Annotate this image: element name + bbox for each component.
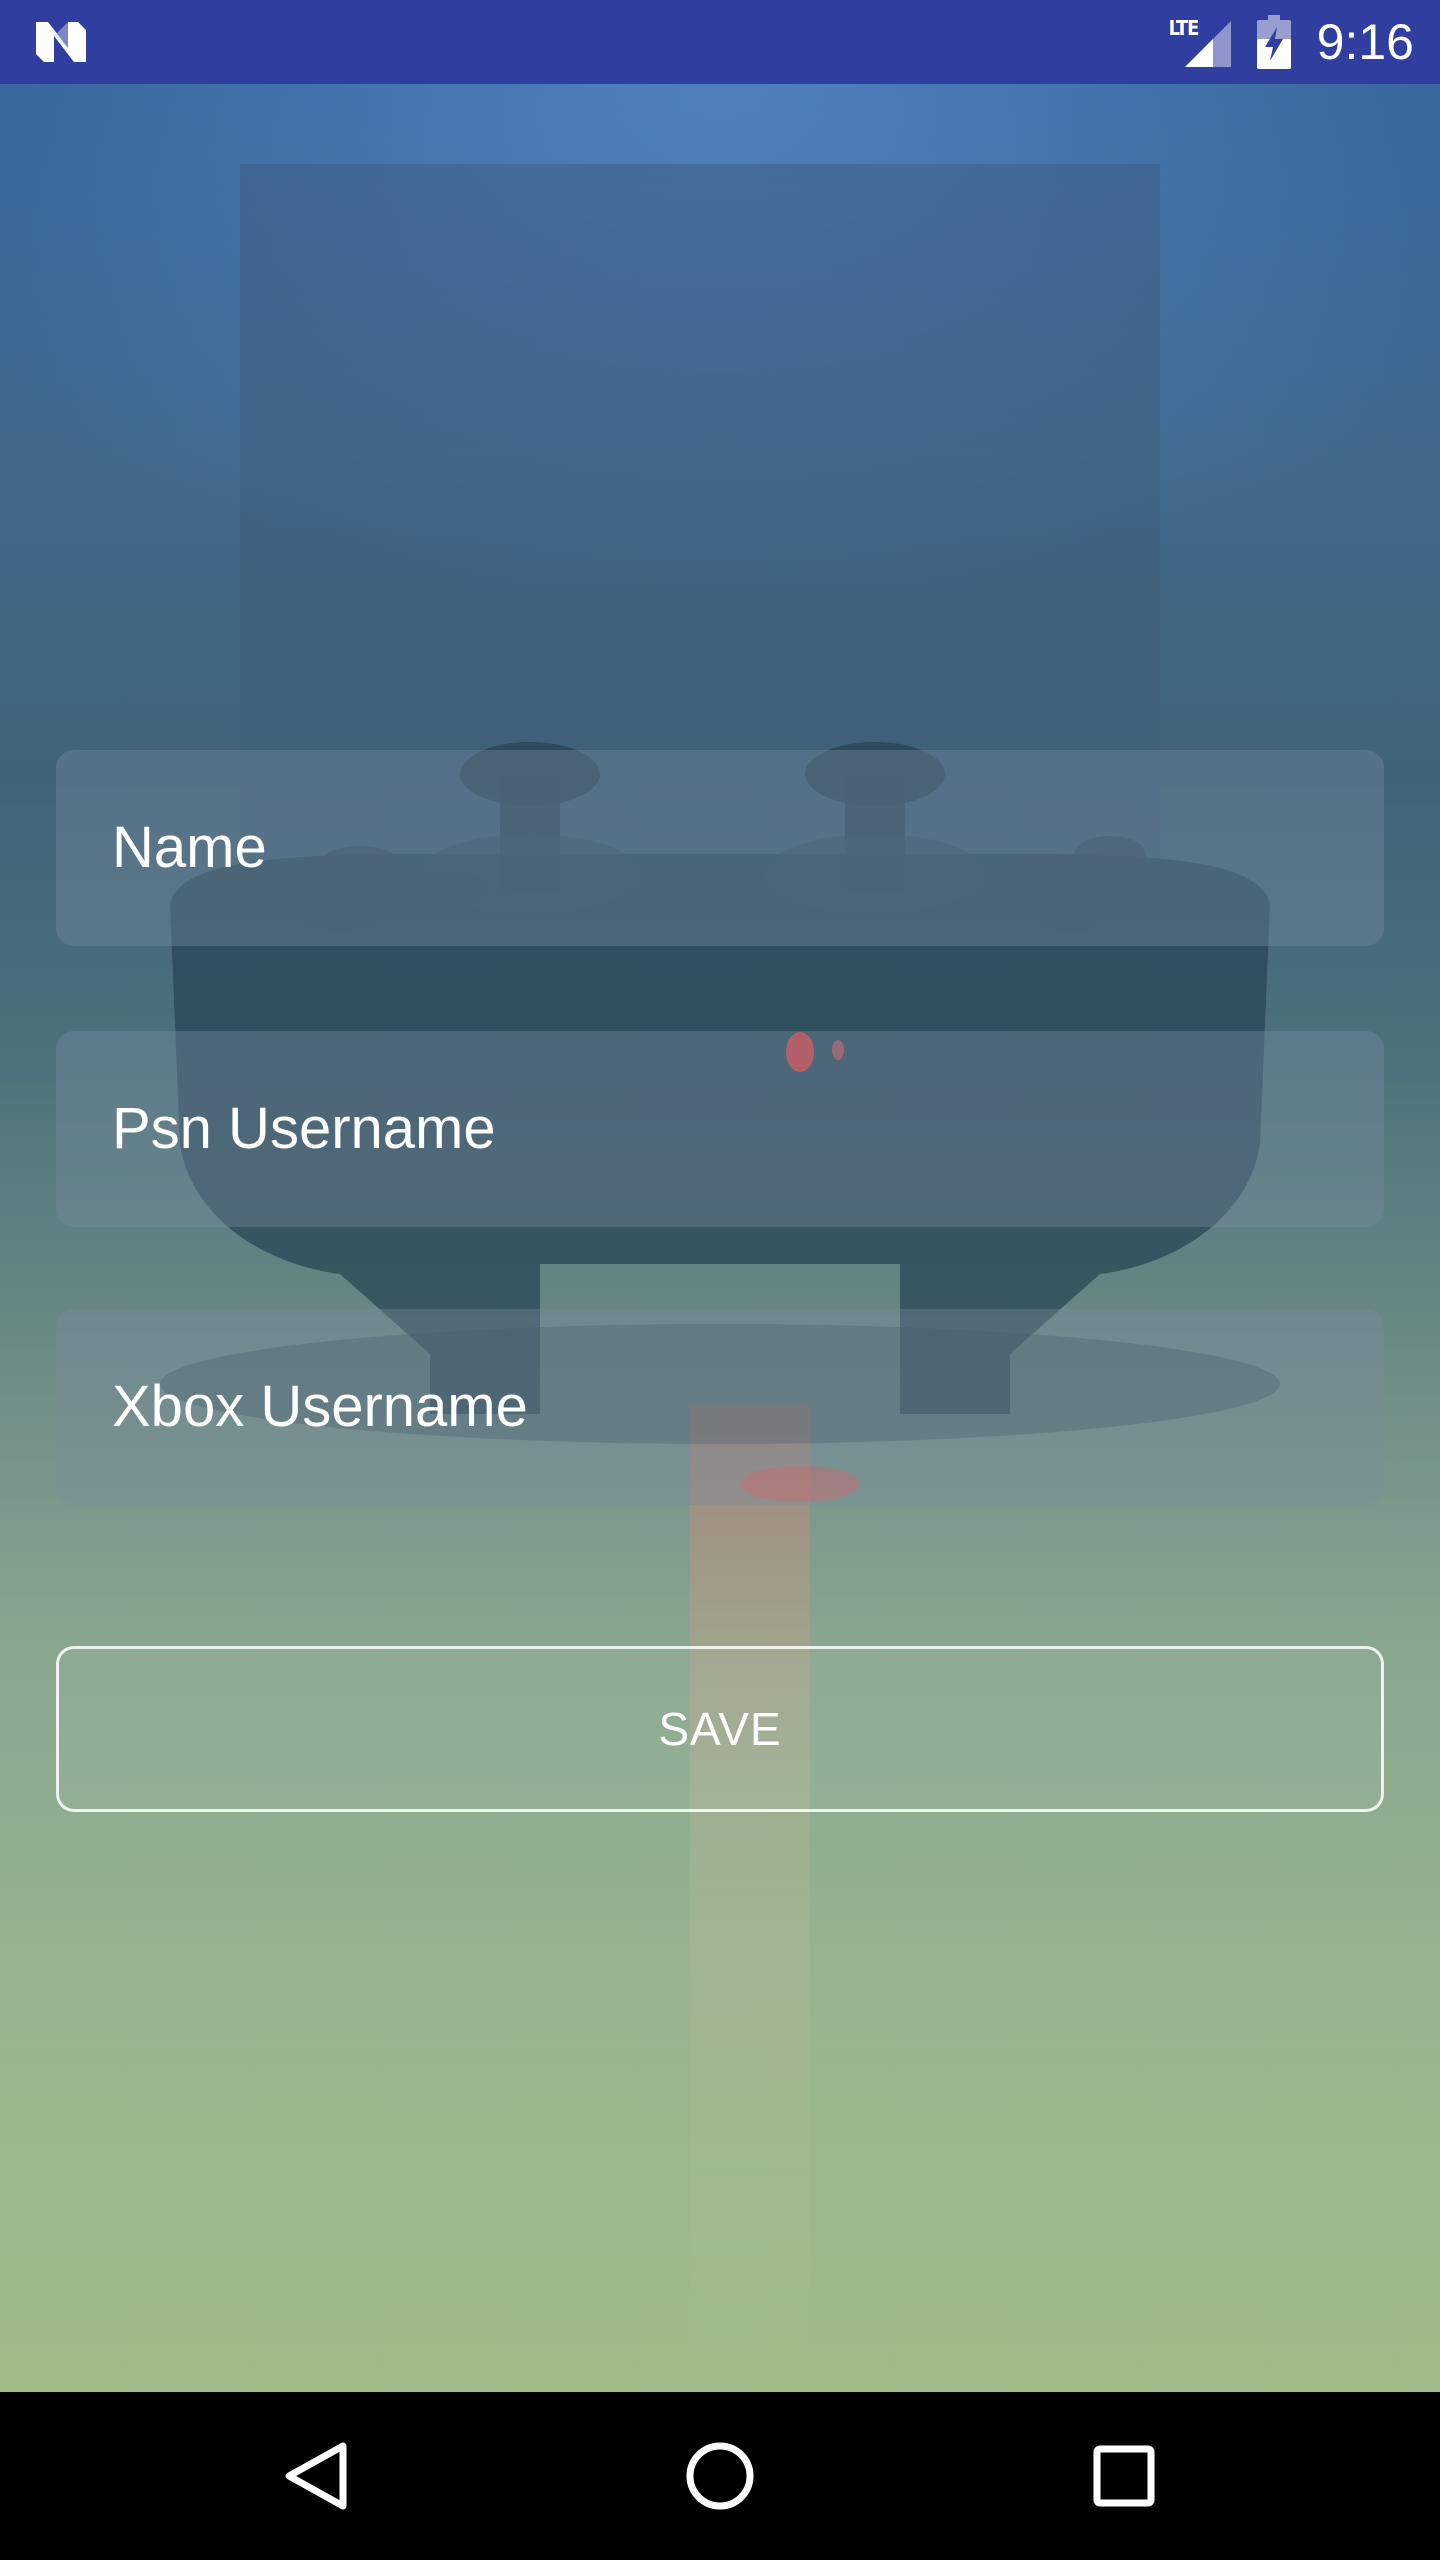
network-indicator: LTE bbox=[1169, 17, 1231, 67]
clock: 9:16 bbox=[1316, 14, 1414, 70]
name-field[interactable]: Name bbox=[56, 750, 1388, 948]
app-screen: LTE 9:16 Name Psn Username Xbox Username… bbox=[0, 0, 1440, 2560]
recents-button[interactable] bbox=[1074, 2426, 1174, 2526]
psn-username-input[interactable] bbox=[56, 1031, 1388, 1229]
navigation-bar bbox=[0, 2392, 1440, 2560]
status-bar: LTE 9:16 bbox=[0, 0, 1440, 84]
home-button[interactable] bbox=[670, 2426, 770, 2526]
xbox-username-input[interactable] bbox=[56, 1309, 1388, 1507]
nav-back-icon bbox=[285, 2442, 347, 2510]
battery-charging-icon bbox=[1256, 15, 1291, 69]
nav-home-icon bbox=[686, 2442, 754, 2510]
background-photo: Name Psn Username Xbox Username SAVE bbox=[0, 84, 1440, 2392]
n-logo-icon bbox=[36, 22, 86, 62]
network-type-label: LTE bbox=[1168, 16, 1200, 40]
psn-username-field[interactable]: Psn Username bbox=[56, 1031, 1388, 1229]
name-input[interactable] bbox=[56, 750, 1388, 948]
tint-overlay bbox=[0, 84, 1440, 2392]
xbox-username-field[interactable]: Xbox Username bbox=[56, 1309, 1388, 1507]
save-button[interactable]: SAVE bbox=[56, 1646, 1384, 1812]
back-button[interactable] bbox=[266, 2426, 366, 2526]
nav-recents-icon bbox=[1093, 2445, 1155, 2507]
status-icons: LTE 9:16 bbox=[1169, 0, 1414, 84]
